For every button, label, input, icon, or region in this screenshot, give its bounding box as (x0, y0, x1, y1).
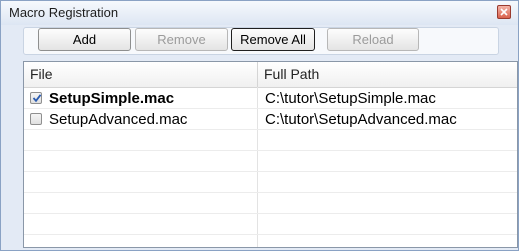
column-divider[interactable] (257, 62, 258, 87)
empty-row (24, 214, 517, 235)
file-name: SetupAdvanced.mac (49, 111, 188, 128)
full-path: C:\tutor\SetupSimple.mac (265, 90, 436, 107)
table-row[interactable]: SetupSimple.mac C:\tutor\SetupSimple.mac (24, 88, 517, 109)
column-header-file[interactable]: File (30, 66, 53, 82)
remove-button[interactable]: Remove (135, 28, 228, 51)
macro-list[interactable]: File Full Path SetupSimple.mac C:\tutor\… (23, 61, 518, 248)
full-path: C:\tutor\SetupAdvanced.mac (265, 111, 457, 128)
empty-row (24, 151, 517, 172)
file-name: SetupSimple.mac (49, 90, 175, 107)
empty-row (24, 172, 517, 193)
column-header-full-path[interactable]: Full Path (264, 66, 319, 82)
empty-row (24, 130, 517, 151)
close-button[interactable] (497, 5, 511, 19)
macro-registration-panel: Macro Registration Add Remove Remove All… (0, 0, 519, 251)
checkmark-icon (32, 94, 42, 103)
remove-all-button[interactable]: Remove All (231, 28, 315, 51)
row-checkbox[interactable] (30, 92, 42, 104)
table-row[interactable]: SetupAdvanced.mac C:\tutor\SetupAdvanced… (24, 109, 517, 130)
close-icon (500, 8, 508, 16)
list-header: File Full Path (24, 62, 517, 88)
add-button[interactable]: Add (38, 28, 131, 51)
title-bar: Macro Registration (1, 1, 518, 25)
row-checkbox[interactable] (30, 113, 42, 125)
panel-title: Macro Registration (9, 5, 119, 20)
empty-row (24, 193, 517, 214)
reload-button[interactable]: Reload (327, 28, 419, 51)
